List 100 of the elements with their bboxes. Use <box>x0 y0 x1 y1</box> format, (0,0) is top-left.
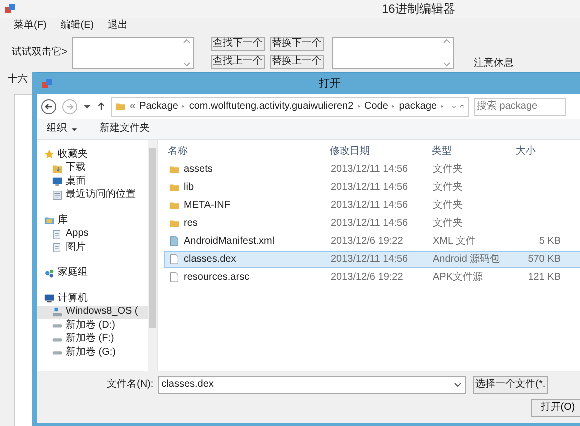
file-name: assets <box>184 164 213 176</box>
file-type: 文件夹 <box>432 182 464 194</box>
file-date: 2013/12/11 14:56 <box>330 182 410 194</box>
dialog-title: 打开 <box>319 78 341 90</box>
notice-label: 注意休息 <box>474 58 514 70</box>
nav-item[interactable]: 图片 <box>37 241 148 254</box>
menu-item[interactable]: 编辑(E) <box>60 20 94 34</box>
overflow-chevron[interactable]: « <box>130 100 136 112</box>
column-header[interactable]: 大小 <box>512 146 560 158</box>
file-type: 文件夹 <box>432 164 464 176</box>
breadcrumb-item[interactable]: package <box>399 100 438 112</box>
file-row[interactable]: assets 2013/12/11 14:56 文件夹 <box>164 161 580 178</box>
desktop-icon <box>52 176 63 188</box>
column-header[interactable]: 修改日期 <box>326 146 428 158</box>
action-button[interactable]: 替换上一个 <box>270 55 324 69</box>
file-date: 2013/12/11 14:56 <box>330 254 410 266</box>
breadcrumb-item[interactable]: Package <box>140 100 178 112</box>
file-size: 121 KB <box>527 272 562 284</box>
action-button[interactable]: 查找下一个 <box>210 37 265 51</box>
file-type: 文件夹 <box>432 218 464 230</box>
app-icon <box>41 78 53 90</box>
app-icon <box>4 3 16 15</box>
chevron-icon[interactable] <box>358 103 361 110</box>
breadcrumb-item[interactable]: com.wolftuteng.activity.guaiwulieren2 <box>189 100 354 112</box>
file-size: 5 KB <box>538 236 562 248</box>
nav-item[interactable]: Windows8_OS ( <box>37 306 148 319</box>
scrollbar[interactable] <box>148 140 157 371</box>
computer-icon <box>44 293 55 304</box>
back-icon[interactable] <box>41 98 57 114</box>
dropdown-caret-icon <box>454 381 462 389</box>
breadcrumb-item[interactable]: Code <box>364 100 388 112</box>
star-icon <box>44 149 55 160</box>
library-document-icon <box>52 242 63 254</box>
column-header[interactable]: 类型 <box>428 146 512 158</box>
file-type: APK文件源 <box>432 272 484 284</box>
nav-item[interactable]: 新加卷 (G:) <box>37 346 148 360</box>
nav-item[interactable]: Apps <box>37 228 148 241</box>
nav-item[interactable]: 新加卷 (F:) <box>37 332 148 346</box>
chevron-icon[interactable] <box>182 103 186 110</box>
up-arrow-icon[interactable] <box>97 102 106 111</box>
nav-item[interactable]: 最近访问的位置 <box>37 188 148 202</box>
scroll-up-icon <box>182 38 191 46</box>
toolbar-button[interactable]: 组织 <box>47 123 78 135</box>
nav-item[interactable]: 新加卷 (D:) <box>37 319 148 332</box>
homegroup-icon <box>44 268 55 279</box>
nav-item[interactable]: 下载 <box>37 162 148 175</box>
action-button[interactable]: 替换下一个 <box>270 37 324 51</box>
file-row[interactable]: resources.arsc 2013/12/6 19:22 APK文件源 121 KB <box>164 269 580 286</box>
library-icon <box>44 215 55 226</box>
blank-file-icon <box>169 272 180 283</box>
file-size: 570 KB <box>527 254 562 266</box>
nav-item[interactable]: 家庭组 <box>37 266 148 280</box>
folder-icon <box>169 200 180 211</box>
nav-item[interactable]: 桌面 <box>37 175 148 188</box>
file-date: 2013/12/11 14:56 <box>330 200 410 212</box>
search-field[interactable]: 搜索 package <box>474 98 566 116</box>
column-header[interactable]: 名称 <box>164 146 326 158</box>
file-date: 2013/12/6 19:22 <box>330 272 404 284</box>
file-type: XML 文件 <box>432 236 477 248</box>
file-row[interactable]: AndroidManifest.xml 2013/12/6 19:22 XML 文件 5 KB <box>164 233 580 250</box>
search-text-area[interactable] <box>72 37 194 69</box>
hex-label: 十六 <box>8 74 29 86</box>
system-drive-icon <box>52 306 63 318</box>
folder-icon <box>169 182 180 193</box>
file-date: 2013/12/6 19:22 <box>330 236 404 248</box>
chevron-icon[interactable] <box>441 103 444 110</box>
file-name-field[interactable]: classes.dex <box>158 376 466 394</box>
scroll-up-icon <box>442 38 451 46</box>
refresh-icon[interactable] <box>460 102 466 110</box>
replace-text-area[interactable] <box>332 37 454 69</box>
file-name: classes.dex <box>184 254 236 266</box>
chevron-icon[interactable] <box>392 103 396 110</box>
file-date: 2013/12/11 14:56 <box>330 218 410 230</box>
action-button[interactable]: 查找上一个 <box>210 55 265 69</box>
menu-item[interactable]: 退出 <box>108 20 128 34</box>
scroll-down-icon <box>182 60 191 68</box>
file-row[interactable]: classes.dex 2013/12/11 14:56 Android 源码包 570 KB <box>164 251 580 268</box>
nav-item[interactable]: 计算机 <box>37 292 148 306</box>
menu-item[interactable]: 菜单(F) <box>14 20 47 34</box>
window-title: 16进制编辑器 <box>382 3 456 15</box>
nav-item[interactable]: 库 <box>37 214 148 228</box>
file-row[interactable]: META-INF 2013/12/11 14:56 文件夹 <box>164 197 580 214</box>
nav-item[interactable]: 收藏夹 <box>37 148 148 162</box>
file-name: res <box>184 218 198 230</box>
open-button[interactable]: 打开(O) <box>531 399 580 417</box>
library-document-icon <box>52 228 63 240</box>
file-name: lib <box>184 182 194 194</box>
file-type: 文件夹 <box>432 200 464 212</box>
file-row[interactable]: res 2013/12/11 14:56 文件夹 <box>164 215 580 232</box>
address-bar[interactable]: « Package com.wolftuteng.activity.guaiwulieren2 Code package <box>111 96 469 116</box>
folder-icon <box>169 164 180 175</box>
toolbar-button[interactable]: 新建文件夹 <box>100 123 150 135</box>
document-icon <box>169 236 180 247</box>
scroll-down-icon <box>442 60 451 68</box>
file-type: Android 源码包 <box>432 254 502 266</box>
search-label: 试试双击它> <box>12 47 68 59</box>
file-name-label: 文件名(N): <box>107 379 154 391</box>
file-name: resources.arsc <box>184 272 250 284</box>
file-row[interactable]: lib 2013/12/11 14:56 文件夹 <box>164 179 580 196</box>
file-type-dropdown[interactable]: 选择一个文件(*. <box>472 376 548 394</box>
